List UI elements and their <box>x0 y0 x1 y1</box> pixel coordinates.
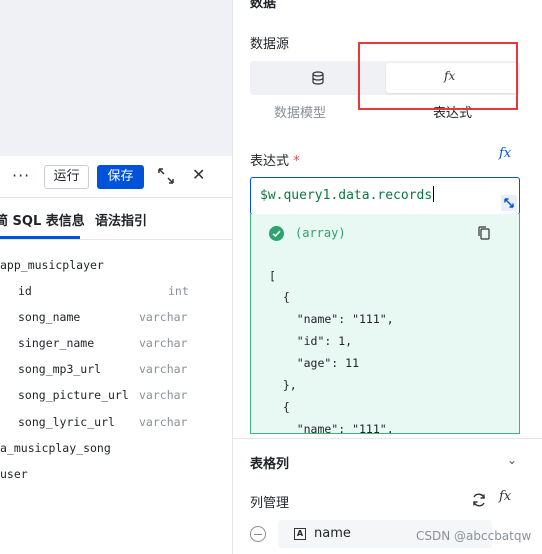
table-columns-section[interactable]: 表格列 ⌄ <box>233 438 542 482</box>
property-panel: 数据 ⌃ 数据源 fx 数据模型 表达式 表达式 * fx $w.query1.… <box>232 0 542 554</box>
editor-area[interactable] <box>0 0 232 156</box>
expression-value: $w.query1.data.records <box>260 186 435 203</box>
column-name: song_lyric_url <box>18 415 115 429</box>
table-name: a_musicplay_song <box>0 441 111 455</box>
column-name: song_picture_url <box>18 388 129 402</box>
option-data-model-label[interactable]: 数据模型 <box>274 102 326 121</box>
tree-column-row[interactable]: song_picture_url varchar <box>0 388 232 408</box>
remove-column-icon[interactable] <box>250 526 266 542</box>
app-root: ··· 运行 保存 ✕ 简 SQL 表信息 语法指引 app_musicplay… <box>0 0 542 554</box>
expression-result: (array) [ { "name": "111", "id": 1, "age… <box>250 214 520 434</box>
fullscreen-icon[interactable] <box>156 166 176 186</box>
close-icon[interactable]: ✕ <box>192 165 205 184</box>
result-type: (array) <box>295 226 346 240</box>
column-type: varchar <box>139 388 188 402</box>
tab-table-info[interactable]: 简 SQL 表信息 <box>0 210 85 229</box>
section-title-data: 数据 <box>250 0 277 11</box>
column-name: song_mp3_url <box>18 362 102 376</box>
tree-column-row[interactable]: id int <box>0 284 232 304</box>
json-line: }, <box>269 378 297 392</box>
text-type-icon: A <box>294 528 306 540</box>
chevron-down-icon[interactable]: ⌄ <box>507 453 517 467</box>
data-source-label: 数据源 <box>250 37 290 52</box>
column-manage-label: 列管理 <box>250 496 290 511</box>
column-item-name: name <box>314 526 351 541</box>
column-name: singer_name <box>18 336 95 350</box>
table-name: app_musicplayer <box>0 258 104 272</box>
column-type: varchar <box>139 336 188 350</box>
json-line: "id": 1, <box>269 334 353 348</box>
tree-column-row[interactable]: singer_name varchar <box>0 336 232 356</box>
column-name: song_name <box>18 310 81 324</box>
info-tabs: 简 SQL 表信息 语法指引 <box>0 198 232 240</box>
json-line: { <box>269 290 290 304</box>
save-button[interactable]: 保存 <box>97 165 144 189</box>
json-line: "name": "111", <box>269 422 394 434</box>
database-icon <box>312 71 324 85</box>
column-type: varchar <box>139 362 188 376</box>
copy-icon[interactable] <box>476 225 492 241</box>
tree-table-row[interactable]: user <box>0 467 232 487</box>
refresh-icon[interactable] <box>471 492 487 508</box>
highlight-box <box>358 42 518 110</box>
json-line: "age": 11 <box>269 356 360 370</box>
watermark: CSDN @abccbatqw <box>416 529 532 543</box>
json-line: "name": "111", <box>269 312 394 326</box>
expression-label: 表达式 * <box>250 154 300 169</box>
column-type: varchar <box>139 415 188 429</box>
tree-column-row[interactable]: song_lyric_url varchar <box>0 415 232 435</box>
json-line: { <box>269 400 290 414</box>
tree-column-row[interactable]: song_name varchar <box>0 310 232 330</box>
table-name: user <box>0 467 28 481</box>
chevron-up-icon[interactable]: ⌃ <box>509 0 519 6</box>
column-name: id <box>18 284 32 298</box>
fx-icon[interactable]: fx <box>499 146 511 161</box>
editor-toolbar: ··· 运行 保存 ✕ <box>0 156 232 198</box>
column-type: varchar <box>139 310 188 324</box>
expand-editor-icon[interactable] <box>501 195 517 211</box>
check-circle-icon <box>269 226 284 241</box>
more-button[interactable]: ··· <box>12 166 30 185</box>
tree-column-row[interactable]: song_mp3_url varchar <box>0 362 232 382</box>
sql-editor-pane: ··· 运行 保存 ✕ 简 SQL 表信息 语法指引 app_musicplay… <box>0 0 232 554</box>
expression-input[interactable]: $w.query1.data.records <box>250 177 520 215</box>
fx-icon[interactable]: fx <box>499 489 511 504</box>
run-button[interactable]: 运行 <box>44 165 89 189</box>
tab-syntax-guide[interactable]: 语法指引 <box>95 210 147 229</box>
tree-table-row[interactable]: a_musicplay_song <box>0 441 232 461</box>
text-caret <box>433 186 435 202</box>
column-type: int <box>168 284 189 298</box>
active-tab-indicator <box>0 236 80 239</box>
json-line: [ <box>269 269 276 283</box>
section-title-table-columns: 表格列 <box>250 457 290 472</box>
tree-table-row[interactable]: app_musicplayer <box>0 258 232 278</box>
